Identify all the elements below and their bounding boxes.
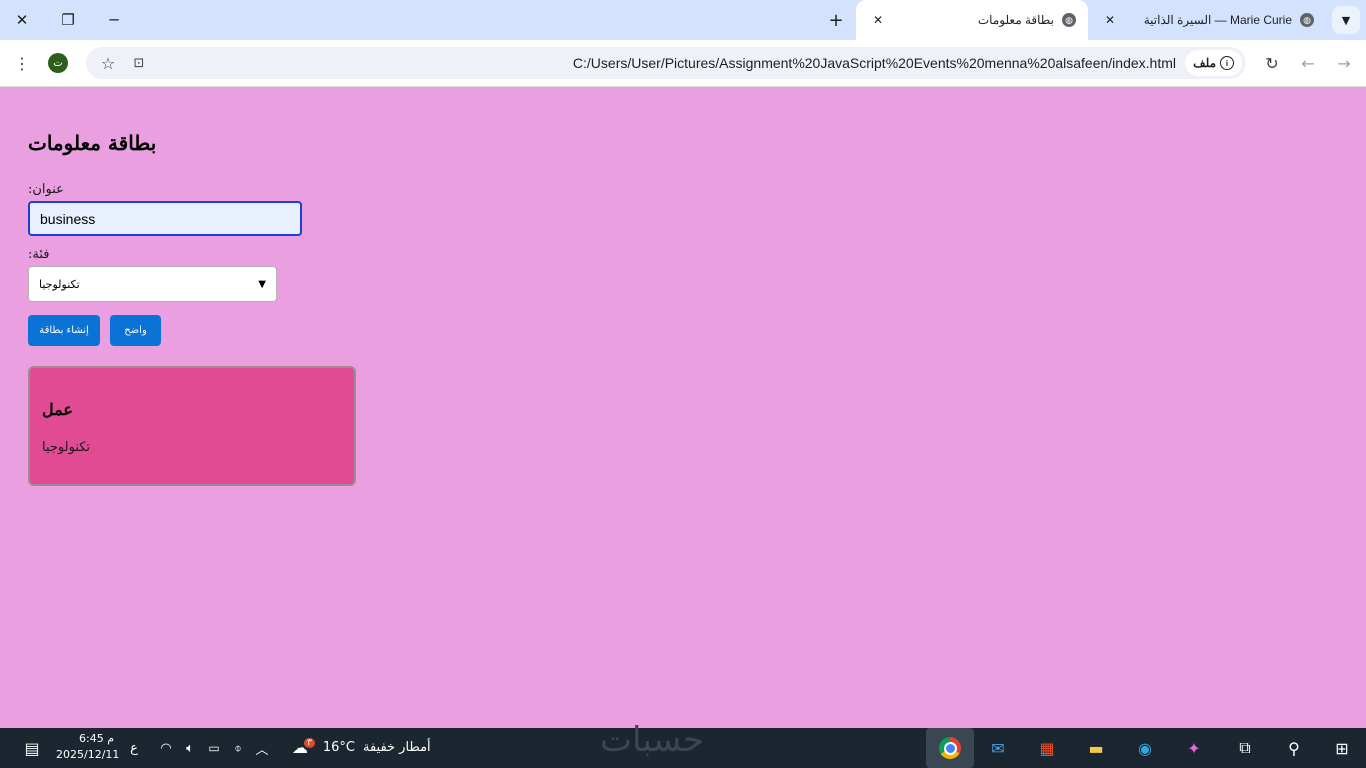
edge-app-icon[interactable]: ◉ — [1131, 734, 1159, 762]
tab-active[interactable]: ◍ بطاقة معلومات ✕ — [856, 0, 1088, 40]
input-language-indicator[interactable]: ع — [120, 734, 148, 762]
info-card: عمل تكنولوجيا — [28, 366, 356, 486]
card-category: تكنولوجيا — [42, 440, 91, 455]
windows-taskbar: ▤ 6:45 م 2025/12/11 ع ◠ 🔈︎ ▭ ⌽ ︿ ☁ ٣ 16°… — [0, 720, 1366, 768]
reload-icon[interactable]: ↻ — [1259, 50, 1285, 76]
window-close-icon[interactable]: ✕ — [8, 6, 36, 34]
site-chip-label: ملف — [1193, 56, 1216, 70]
weather-temp: 16°C — [322, 740, 355, 755]
hidden-icons-chevron-up-icon[interactable]: ︿ — [248, 734, 276, 762]
weather-widget[interactable]: ☁ ٣ 16°C أمطار خفيفة — [292, 737, 431, 757]
notification-center-icon[interactable]: ▤ — [18, 734, 46, 762]
tab-title: بطاقة معلومات — [977, 13, 1054, 27]
back-arrow-icon[interactable]: ← — [1295, 50, 1321, 76]
profile-avatar[interactable]: ت — [48, 53, 68, 73]
chevron-down-icon: ▼ — [258, 278, 266, 290]
clock-time: 6:45 م — [78, 732, 114, 745]
page-content: بطاقة معلومات عنوان: فئة: تكنولوجيا ▼ إن… — [0, 87, 1366, 728]
window-restore-icon[interactable]: ❐ — [54, 6, 82, 34]
browser-toolbar: ⋮ ت ☆ ⊡ C:/Users/User/Pictures/Assignmen… — [0, 40, 1366, 87]
task-view-icon[interactable]: ⧉ — [1231, 734, 1259, 762]
url-text[interactable]: C:/Users/User/Pictures/Assignment%20Java… — [573, 55, 1176, 71]
globe-icon: ◍ — [1062, 13, 1076, 27]
tab-title: Marie Curie — السيرة الذاتية — [1143, 13, 1292, 27]
copilot-app-icon[interactable]: ✦ — [1180, 734, 1208, 762]
new-tab-plus-icon[interactable]: + — [824, 8, 848, 32]
tab-close-icon[interactable]: ✕ — [1102, 12, 1118, 28]
system-clock[interactable]: 6:45 م 2025/12/11 — [56, 731, 120, 763]
search-icon[interactable]: ⚲ — [1280, 734, 1308, 762]
title-input[interactable] — [28, 201, 302, 236]
tab-inactive[interactable]: ◍ Marie Curie — السيرة الذاتية ✕ — [1090, 0, 1326, 40]
menu-kebab-icon[interactable]: ⋮ — [9, 50, 35, 76]
windows-start-icon[interactable]: ⊞ — [1328, 734, 1356, 762]
watermark-logo: حسبات — [600, 720, 704, 760]
weather-text: أمطار خفيفة — [362, 740, 431, 755]
address-bar[interactable]: ☆ ⊡ C:/Users/User/Pictures/Assignment%20… — [86, 47, 1246, 79]
card-title: عمل — [42, 400, 73, 419]
store-app-icon[interactable]: ▦ — [1033, 734, 1061, 762]
browser-tab-strip: ✕ ❐ ─ + ◍ بطاقة معلومات ✕ ◍ Marie Curie … — [0, 0, 1366, 40]
translate-icon[interactable]: ⊡ — [126, 50, 152, 76]
mail-app-icon[interactable]: ✉ — [984, 734, 1012, 762]
category-selected-value: تكنولوجيا — [39, 277, 80, 291]
page-title: بطاقة معلومات — [28, 131, 157, 155]
category-select[interactable]: تكنولوجيا ▼ — [28, 266, 277, 302]
file-explorer-icon[interactable]: ▬ — [1082, 734, 1110, 762]
chrome-app-icon[interactable] — [926, 728, 974, 768]
clock-date: 2025/12/11 — [56, 748, 120, 761]
globe-icon: ◍ — [1300, 13, 1314, 27]
clear-button[interactable]: واضح — [110, 315, 161, 346]
bookmark-star-icon[interactable]: ☆ — [95, 50, 121, 76]
create-card-button[interactable]: إنشاء بطاقة — [28, 315, 100, 346]
category-label: فئة: — [28, 247, 50, 262]
info-icon: i — [1220, 56, 1234, 70]
forward-arrow-icon[interactable]: → — [1331, 50, 1357, 76]
window-minimize-icon[interactable]: ─ — [100, 6, 128, 34]
weather-badge: ٣ — [304, 737, 315, 748]
site-info-chip[interactable]: ملف i — [1185, 50, 1242, 76]
tab-close-icon[interactable]: ✕ — [870, 12, 886, 28]
tab-search-chevron-icon[interactable]: ▼ — [1332, 6, 1360, 34]
title-label: عنوان: — [28, 182, 64, 197]
